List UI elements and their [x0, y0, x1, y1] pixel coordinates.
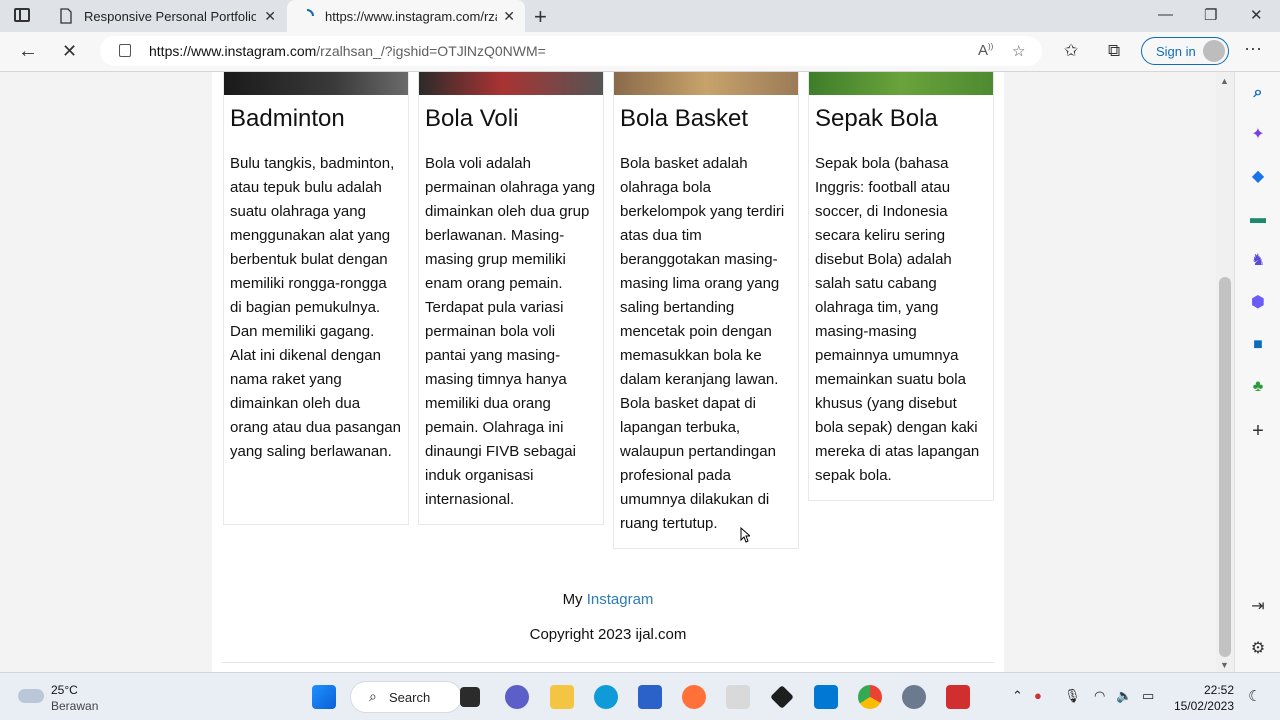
card-title: Badminton [230, 105, 345, 132]
sign-in-label: Sign in [1156, 43, 1196, 59]
amazon-icon[interactable] [726, 685, 750, 709]
edge-icon[interactable] [594, 685, 618, 709]
copyright-text: Copyright 2023 ijal.com [529, 626, 687, 643]
avatar [1203, 40, 1225, 62]
card-sepak-bola: Sepak Bola Sepak bola (bahasa Inggris: f… [808, 72, 994, 501]
tools-icon[interactable]: ▬ [1249, 210, 1267, 228]
minimize-icon[interactable]: — [1158, 6, 1173, 23]
page-icon [60, 8, 72, 24]
scrollbar-thumb[interactable] [1219, 277, 1231, 657]
favorites-icon[interactable]: ✩ [1064, 41, 1078, 61]
microphone-icon[interactable]: 🎙 [1064, 688, 1081, 704]
close-icon[interactable]: ✕ [503, 8, 515, 25]
weather-condition: Berawan [51, 699, 99, 713]
sidebar-toggle-icon[interactable]: ⇥ [1249, 598, 1267, 616]
file-explorer-icon[interactable] [550, 685, 574, 709]
office-icon[interactable]: ⬢ [1249, 294, 1267, 312]
gear-icon[interactable]: ⚙ [1249, 640, 1267, 658]
url-path: /rzalhsan_/?igshid=OTJlNzQ0NWM= [316, 43, 546, 59]
add-icon[interactable]: + [1249, 421, 1267, 441]
card-text: Sepak bola (bahasa Inggris: football ata… [815, 155, 980, 484]
address-toolbar: ← ✕ https://www.instagram.com/rzalhsan_/… [0, 32, 1280, 72]
card-bola-basket: Bola Basket Bola basket adalah olahraga … [613, 72, 799, 549]
taskbar-clock[interactable]: 22:52 15/02/2023 [1168, 682, 1234, 714]
chrome-icon[interactable] [858, 685, 882, 709]
lock-icon [119, 44, 131, 57]
read-aloud-icon[interactable]: A)) [978, 42, 993, 59]
vertical-scrollbar[interactable]: ▲ ▼ [1216, 72, 1234, 672]
battery-icon[interactable]: ▭ [1142, 688, 1154, 704]
chevron-up-icon[interactable]: ⌃ [1012, 688, 1023, 704]
search-label: Search [389, 689, 431, 705]
edge-sidebar: ⌕ ✦ ◆ ▬ ♞ ⬢ ■ ♣ + ⇥ ⚙ [1234, 72, 1280, 672]
cloud-icon [18, 689, 44, 703]
vscode-icon[interactable] [814, 685, 838, 709]
footer-prefix: My [562, 591, 583, 608]
tab-bar: Responsive Personal Portfolio We ✕ https… [0, 0, 1280, 32]
taskbar-search[interactable]: ⌕ Search [350, 681, 462, 713]
card-bola-voli: Bola Voli Bola voli adalah permainan ola… [418, 72, 604, 525]
url-host: https://www.instagram.com [149, 43, 317, 59]
volume-icon[interactable]: 🔈 [1116, 688, 1132, 704]
page-viewport: Badminton Bulu tangkis, badminton, atau … [0, 72, 1216, 672]
scroll-up-icon[interactable]: ▲ [1220, 76, 1229, 86]
chat-icon[interactable] [505, 685, 529, 709]
footer-instagram: My Instagram [212, 591, 1004, 608]
new-tab-icon[interactable]: + [534, 4, 547, 30]
dropbox-icon[interactable] [770, 685, 794, 709]
card-image [224, 72, 408, 95]
window-close-icon[interactable]: ✕ [1250, 6, 1263, 24]
tab-title: Responsive Personal Portfolio We [84, 8, 256, 24]
tab-portfolio[interactable]: Responsive Personal Portfolio We ✕ [46, 0, 286, 32]
outlook-icon[interactable]: ■ [1249, 336, 1267, 354]
more-options-icon[interactable]: ··· [1244, 38, 1262, 59]
back-icon[interactable]: ← [18, 40, 38, 63]
settings-icon[interactable] [902, 685, 926, 709]
copilot-icon[interactable]: ✦ [1249, 126, 1267, 144]
page-content: Badminton Bulu tangkis, badminton, atau … [212, 72, 1004, 672]
instagram-link[interactable]: Instagram [587, 591, 654, 608]
clock-time: 22:52 [1203, 683, 1234, 697]
tree-icon[interactable]: ♣ [1249, 378, 1267, 396]
search-icon: ⌕ [369, 688, 377, 704]
tab-instagram[interactable]: https://www.instagram.com/rzalh ✕ [287, 0, 525, 32]
clock-date: 15/02/2023 [1173, 699, 1234, 713]
collections-icon[interactable]: ⧉ [1108, 41, 1120, 61]
card-title: Bola Basket [620, 105, 749, 132]
card-title: Bola Voli [425, 105, 519, 132]
firefox-icon[interactable] [682, 685, 706, 709]
weather-temp: 25°C [51, 683, 78, 697]
loading-spinner-icon [306, 9, 314, 17]
scroll-down-icon[interactable]: ▼ [1220, 660, 1229, 670]
card-image [809, 72, 993, 95]
close-icon[interactable]: ✕ [264, 8, 276, 25]
search-icon[interactable]: ⌕ [1249, 84, 1267, 102]
sign-in-button[interactable]: Sign in [1141, 37, 1229, 65]
stop-loading-icon[interactable]: ✕ [62, 41, 77, 62]
card-text: Bulu tangkis, badminton, atau tepuk bulu… [230, 155, 401, 460]
card-text: Bola basket adalah olahraga bola berkelo… [620, 155, 785, 532]
footer-divider [222, 662, 994, 663]
taskbar: 25°C Berawan ⌕ Search ⌃ ● 🎙 ◠ 🔈 ▭ 22:52 … [0, 672, 1280, 720]
mouse-cursor-icon [740, 527, 750, 543]
card-badminton: Badminton Bulu tangkis, badminton, atau … [223, 72, 409, 525]
recorder-icon[interactable] [946, 685, 970, 709]
windows-start-icon[interactable] [312, 685, 336, 709]
notification-icon[interactable]: ☾ [1248, 687, 1261, 705]
card-text: Bola voli adalah permainan olahraga yang… [425, 155, 596, 508]
card-title: Sepak Bola [815, 105, 938, 132]
games-icon[interactable]: ♞ [1249, 252, 1267, 270]
shopping-tag-icon[interactable]: ◆ [1249, 168, 1267, 186]
card-image [614, 72, 798, 95]
tab-title: https://www.instagram.com/rzalh [325, 8, 497, 24]
card-image [419, 72, 603, 95]
wifi-icon[interactable]: ◠ [1094, 688, 1105, 704]
task-view-icon[interactable] [460, 687, 480, 707]
security-icon[interactable]: ● [1034, 688, 1042, 703]
restore-icon[interactable]: ❐ [1204, 6, 1217, 24]
tab-actions-icon[interactable] [14, 8, 30, 22]
add-favorite-icon[interactable]: ☆ [1012, 42, 1025, 60]
store-icon[interactable] [638, 685, 662, 709]
address-bar[interactable]: https://www.instagram.com/rzalhsan_/?igs… [100, 36, 1042, 66]
